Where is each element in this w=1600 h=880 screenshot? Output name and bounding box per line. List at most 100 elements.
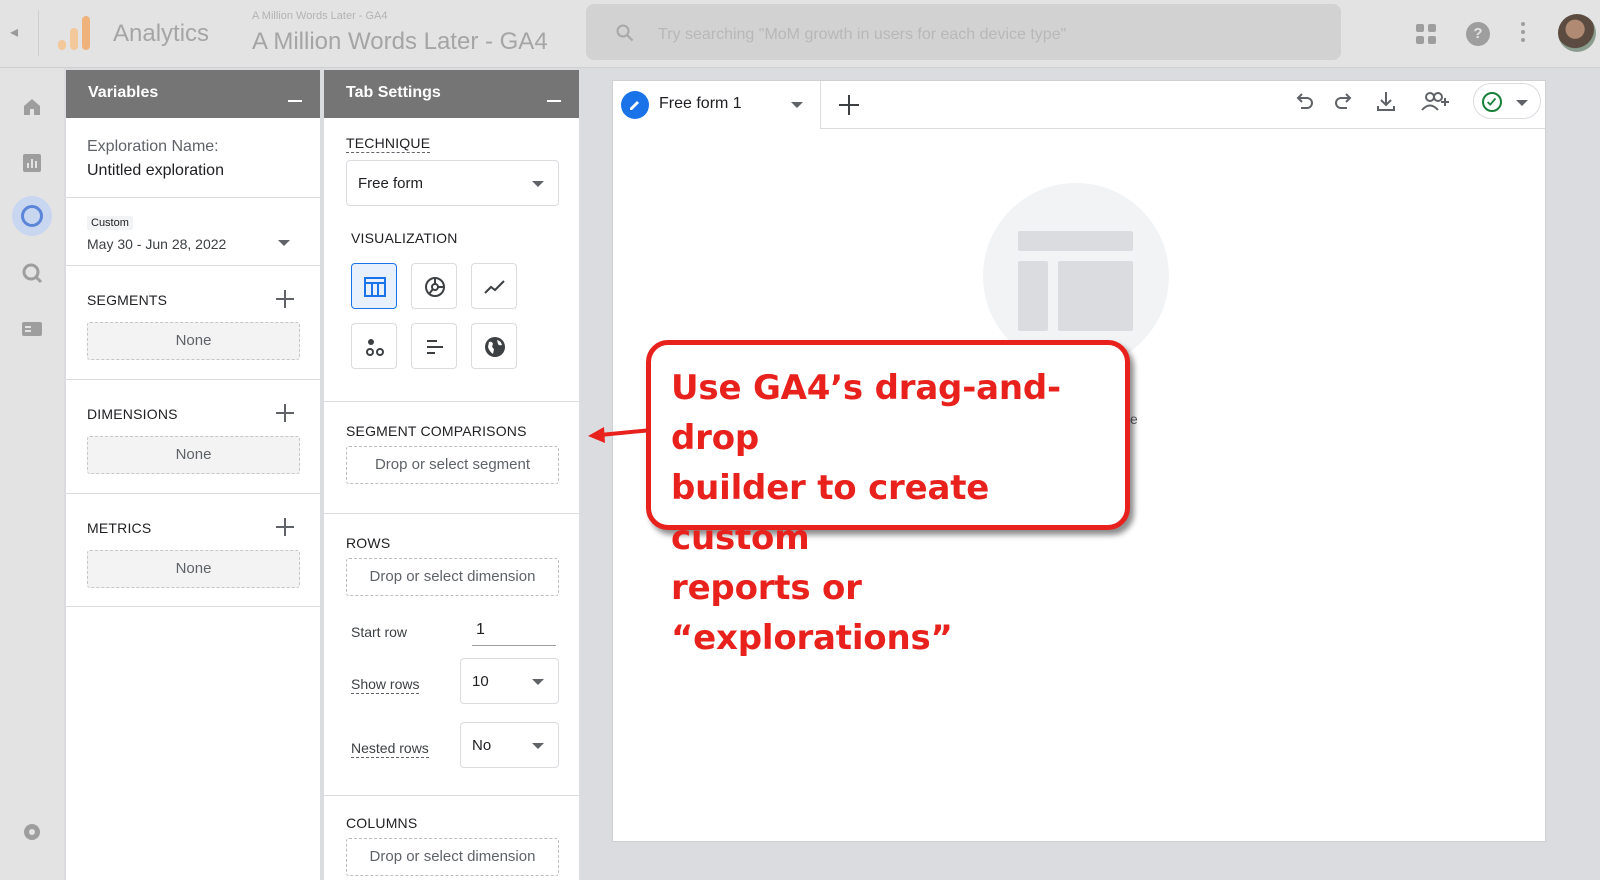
analytics-logo-icon: [58, 16, 92, 50]
variables-title: Variables: [88, 84, 159, 101]
dimensions-section: DIMENSIONS None: [66, 380, 320, 494]
chevron-down-icon: [532, 181, 544, 187]
globe-icon: [485, 337, 505, 357]
metrics-dropzone[interactable]: None: [87, 550, 300, 588]
add-segment-icon[interactable]: [276, 290, 294, 308]
more-vert-icon[interactable]: [1520, 22, 1526, 44]
product-name: Analytics: [113, 20, 210, 47]
tab-name: Free form 1: [659, 95, 742, 112]
left-nav: [0, 68, 64, 880]
add-tab-icon[interactable]: [837, 93, 861, 117]
tab-settings-title: Tab Settings: [346, 84, 441, 101]
callout-line-3: reports or “explorations”: [671, 568, 953, 658]
canvas-bottom-border: [612, 843, 1546, 845]
exploration-name-label: Exploration Name:: [87, 138, 219, 155]
undo-icon[interactable]: [1291, 89, 1317, 115]
advertising-icon[interactable]: [20, 261, 44, 285]
columns-label: COLUMNS: [346, 815, 418, 831]
geo-viz-button[interactable]: [471, 323, 517, 369]
metrics-label: METRICS: [87, 520, 152, 536]
nested-rows-label: Nested rows: [351, 740, 429, 758]
property-selector[interactable]: A Million Words Later - GA4: [252, 28, 548, 56]
date-range: May 30 - Jun 28, 2022: [87, 236, 227, 252]
download-icon[interactable]: [1373, 89, 1399, 115]
redo-icon[interactable]: [1331, 89, 1357, 115]
bar-chart-icon: [427, 340, 443, 354]
donut-viz-button[interactable]: [411, 263, 457, 309]
show-rows-value: 10: [472, 673, 489, 690]
segments-label: SEGMENTS: [87, 292, 168, 308]
line-chart-icon: [484, 280, 505, 294]
exploration-name-section: Exploration Name: Untitled exploration: [66, 118, 320, 198]
collapse-icon[interactable]: [288, 100, 302, 102]
scatter-icon: [366, 339, 384, 356]
chevron-down-icon: [532, 679, 544, 685]
visualization-label: VISUALIZATION: [351, 230, 458, 246]
metrics-section: METRICS None: [66, 494, 320, 607]
tab-settings-panel: Tab Settings TECHNIQUE Free form VISUALI…: [324, 70, 580, 880]
show-rows-label: Show rows: [351, 676, 420, 694]
segments-section: SEGMENTS None: [66, 266, 320, 380]
chevron-down-icon: [532, 743, 544, 749]
annotation-callout: Use GA4’s drag-and-drop builder to creat…: [646, 340, 1130, 658]
scatter-viz-button[interactable]: [351, 323, 397, 369]
columns-dropzone[interactable]: Drop or select dimension: [346, 838, 559, 876]
divider: [38, 10, 39, 56]
table-viz-button[interactable]: [351, 263, 397, 309]
avatar[interactable]: [1558, 14, 1596, 52]
home-icon[interactable]: [20, 95, 44, 119]
show-rows-select[interactable]: 10: [460, 658, 559, 704]
start-row-input[interactable]: 1: [472, 616, 556, 646]
technique-section: TECHNIQUE Free form VISUALIZATION: [324, 118, 579, 402]
nested-rows-value: No: [472, 737, 492, 754]
chevron-down-icon: [1516, 100, 1528, 106]
dimensions-dropzone[interactable]: None: [87, 436, 300, 474]
nested-rows-select[interactable]: No: [460, 722, 559, 768]
line-viz-button[interactable]: [471, 263, 517, 309]
bar-viz-button[interactable]: [411, 323, 457, 369]
apps-icon[interactable]: [1416, 24, 1436, 44]
date-range-section[interactable]: Custom May 30 - Jun 28, 2022: [66, 198, 320, 266]
callout-line-2: builder to create custom: [671, 468, 990, 558]
variables-header: Variables: [66, 70, 320, 118]
tab-menu-chevron-icon[interactable]: [791, 102, 803, 108]
share-people-icon[interactable]: [1419, 89, 1451, 115]
segment-comparisons-section: SEGMENT COMPARISONS Drop or select segme…: [324, 402, 579, 514]
empty-state-hint: e: [1130, 411, 1138, 427]
segment-comparisons-label: SEGMENT COMPARISONS: [346, 423, 527, 439]
add-metric-icon[interactable]: [276, 518, 294, 536]
help-icon[interactable]: ?: [1466, 22, 1490, 46]
technique-select[interactable]: Free form: [346, 160, 559, 206]
date-dropdown-icon[interactable]: [278, 240, 290, 246]
donut-icon: [425, 277, 445, 297]
top-icons: ?: [1390, 14, 1600, 54]
status-pill[interactable]: [1473, 83, 1541, 119]
edit-pencil-icon[interactable]: [621, 91, 649, 119]
variables-panel: Variables Exploration Name: Untitled exp…: [66, 70, 321, 880]
tab-settings-header: Tab Settings: [324, 70, 579, 118]
back-arrow-icon[interactable]: ◂: [10, 22, 26, 46]
rows-dropzone[interactable]: Drop or select dimension: [346, 558, 559, 596]
exploration-name-input[interactable]: Untitled exploration: [87, 162, 224, 180]
configure-icon[interactable]: [20, 317, 44, 341]
technique-label: TECHNIQUE: [346, 135, 431, 153]
top-bar: ◂ Analytics A Million Words Later - GA4 …: [0, 0, 1600, 68]
start-row-label: Start row: [351, 624, 408, 640]
reports-icon[interactable]: [20, 151, 44, 175]
search-placeholder: Try searching "MoM growth in users for e…: [658, 26, 1067, 43]
columns-section: COLUMNS Drop or select dimension: [324, 796, 579, 880]
collapse-icon[interactable]: [547, 100, 561, 102]
segments-dropzone[interactable]: None: [87, 322, 300, 360]
segment-comparison-dropzone[interactable]: Drop or select segment: [346, 446, 559, 484]
technique-value: Free form: [358, 175, 424, 192]
tab-bar: Free form 1: [613, 81, 1545, 129]
add-dimension-icon[interactable]: [276, 404, 294, 422]
explore-icon[interactable]: [12, 196, 52, 236]
admin-gear-icon[interactable]: [20, 820, 44, 844]
tab-free-form-1[interactable]: Free form 1: [613, 81, 821, 129]
search-bar[interactable]: Try searching "MoM growth in users for e…: [586, 4, 1341, 60]
rows-label: ROWS: [346, 535, 391, 551]
search-icon: [616, 24, 634, 42]
callout-line-1: Use GA4’s drag-and-drop: [671, 368, 1061, 458]
rows-section: ROWS Drop or select dimension Start row …: [324, 514, 579, 796]
